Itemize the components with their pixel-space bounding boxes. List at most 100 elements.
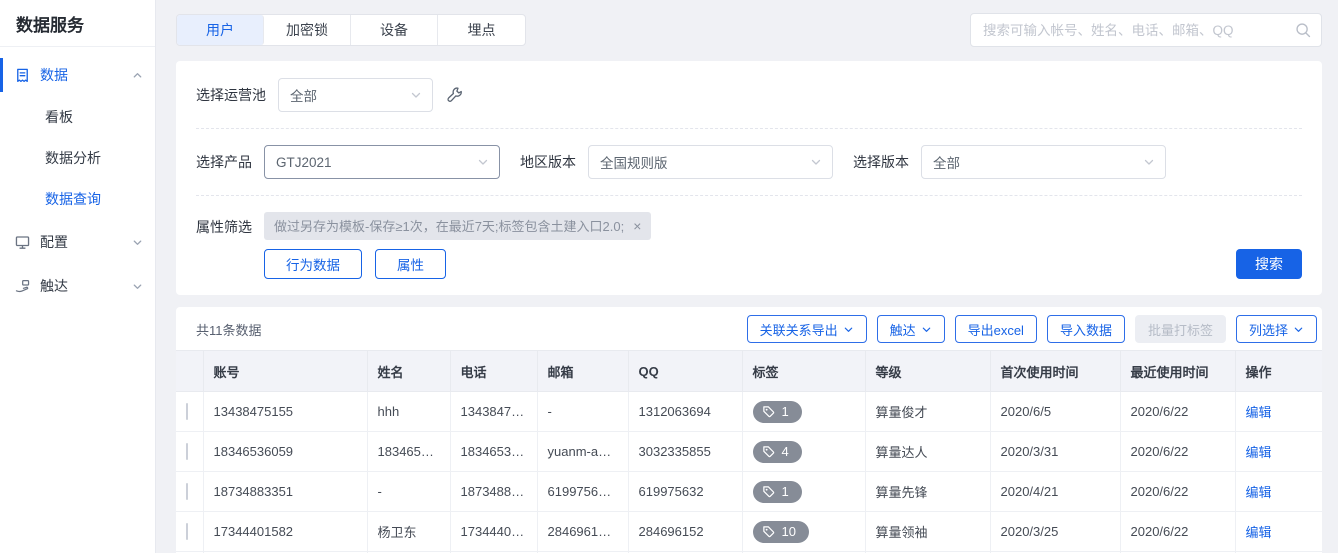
divider	[196, 195, 1302, 196]
cell-account: 17344401582	[203, 512, 367, 552]
chevron-down-icon	[843, 324, 854, 335]
tag-count-badge[interactable]: 1	[753, 481, 802, 503]
col-level: 等级	[865, 351, 990, 392]
cell-email: 619975632...	[537, 472, 628, 512]
sidebar-item-data-analysis[interactable]: 数据分析	[0, 138, 155, 179]
app-title: 数据服务	[0, 0, 155, 47]
export-excel-button[interactable]: 导出excel	[955, 315, 1037, 343]
edit-link[interactable]: 编辑	[1246, 485, 1272, 500]
batch-tag-button[interactable]: 批量打标签	[1135, 315, 1226, 343]
attribute-button[interactable]: 属性	[375, 249, 446, 279]
import-data-button[interactable]: 导入数据	[1047, 315, 1125, 343]
pool-filter-row: 选择运营池 全部	[196, 78, 1302, 112]
cell-phone: 13438475155	[450, 392, 537, 432]
cell-first-use: 2020/6/5	[990, 392, 1120, 432]
col-name: 姓名	[367, 351, 450, 392]
tab-dongle[interactable]: 加密锁	[264, 15, 351, 45]
attribute-filter-chip: 做过另存为模板-保存≥1次，在最近7天;标签包含土建入口2.0; ×	[264, 212, 651, 240]
tab-user[interactable]: 用户	[177, 15, 264, 45]
chip-text: 做过另存为模板-保存≥1次，在最近7天;标签包含土建入口2.0;	[274, 216, 624, 235]
row-checkbox[interactable]	[186, 483, 188, 500]
product-filter: 选择产品 GTJ2021	[196, 145, 500, 179]
table-row: 17344401582 杨卫东 17344401582 284696152...…	[176, 512, 1322, 552]
search-input[interactable]	[970, 13, 1322, 47]
relation-export-button[interactable]: 关联关系导出	[747, 315, 867, 343]
hand-reach-icon	[14, 278, 31, 295]
cell-last-use: 2020/6/22	[1120, 432, 1235, 472]
sidebar-item-reach[interactable]: 触达	[0, 264, 155, 308]
tag-count-badge[interactable]: 1	[753, 401, 802, 423]
cell-name: hhh	[367, 392, 450, 432]
tag-count-badge[interactable]: 10	[753, 521, 809, 543]
cell-qq: 3032335855	[628, 432, 742, 472]
tab-group: 用户 加密锁 设备 埋点	[176, 14, 526, 46]
col-phone: 电话	[450, 351, 537, 392]
row-checkbox[interactable]	[186, 403, 188, 420]
version-select[interactable]: 全部	[921, 145, 1166, 179]
result-count: 共11条数据	[196, 320, 262, 339]
product-select[interactable]: GTJ2021	[264, 145, 500, 179]
search-button[interactable]: 搜索	[1236, 249, 1302, 279]
cell-name: 杨卫东	[367, 512, 450, 552]
select-all-header	[176, 351, 203, 392]
col-tags: 标签	[742, 351, 865, 392]
cell-last-use: 2020/6/22	[1120, 392, 1235, 432]
region-select[interactable]: 全国规则版	[588, 145, 833, 179]
chevron-down-icon	[477, 156, 489, 168]
tag-icon	[762, 485, 775, 498]
version-select-value: 全部	[933, 152, 960, 172]
region-label: 地区版本	[520, 152, 576, 172]
pool-select-value: 全部	[290, 85, 317, 105]
col-last-use: 最近使用时间	[1120, 351, 1235, 392]
cell-phone: 17344401582	[450, 512, 537, 552]
tag-count: 1	[782, 404, 789, 419]
row-checkbox[interactable]	[186, 443, 188, 460]
region-filter: 地区版本 全国规则版	[520, 145, 833, 179]
cell-level: 算量达人	[865, 432, 990, 472]
sidebar-item-data[interactable]: 数据	[0, 53, 155, 97]
column-select-button[interactable]: 列选择	[1236, 315, 1317, 343]
pool-select[interactable]: 全部	[278, 78, 433, 112]
cell-qq: 284696152	[628, 512, 742, 552]
sidebar-item-label: 数据	[40, 65, 68, 85]
cell-phone: 18734883351	[450, 472, 537, 512]
reach-button[interactable]: 触达	[877, 315, 945, 343]
col-account: 账号	[203, 351, 367, 392]
results-panel: 共11条数据 关联关系导出 触达 导出excel 导入数据 批量打标签 列选择	[176, 307, 1322, 553]
tag-count: 4	[782, 444, 789, 459]
behavior-data-button[interactable]: 行为数据	[264, 249, 362, 279]
chevron-down-icon	[1293, 324, 1304, 335]
tag-count: 10	[782, 524, 796, 539]
product-filter-row: 选择产品 GTJ2021 地区版本 全国规则版	[196, 145, 1302, 179]
button-label: 触达	[890, 320, 916, 339]
attribute-label: 属性筛选	[196, 217, 252, 237]
sidebar-item-kanban[interactable]: 看板	[0, 97, 155, 138]
row-checkbox[interactable]	[186, 523, 188, 540]
user-data-table: 账号 姓名 电话 邮箱 QQ 标签 等级 首次使用时间 最近使用时间 操作	[176, 350, 1322, 553]
sidebar: 数据服务 数据 看板 数据分析 数据查询 配置	[0, 0, 156, 553]
search-icon[interactable]	[1294, 21, 1312, 44]
global-search	[970, 13, 1322, 47]
attribute-filter-row: 属性筛选 做过另存为模板-保存≥1次，在最近7天;标签包含土建入口2.0; × …	[196, 212, 1302, 279]
edit-link[interactable]: 编辑	[1246, 405, 1272, 420]
tag-count-badge[interactable]: 4	[753, 441, 802, 463]
version-label: 选择版本	[853, 152, 909, 172]
tab-device[interactable]: 设备	[351, 15, 438, 45]
close-icon[interactable]: ×	[633, 219, 641, 233]
cell-last-use: 2020/6/22	[1120, 472, 1235, 512]
cell-first-use: 2020/4/21	[990, 472, 1120, 512]
table-actions: 关联关系导出 触达 导出excel 导入数据 批量打标签 列选择	[747, 315, 1317, 343]
cell-qq: 619975632	[628, 472, 742, 512]
sidebar-item-data-query[interactable]: 数据查询	[0, 179, 155, 220]
filter-panel: 选择运营池 全部 选择产品 GTJ2021	[176, 61, 1322, 295]
sidebar-item-config[interactable]: 配置	[0, 220, 155, 264]
edit-link[interactable]: 编辑	[1246, 445, 1272, 460]
wrench-icon[interactable]	[445, 85, 465, 105]
edit-link[interactable]: 编辑	[1246, 525, 1272, 540]
tab-tracking[interactable]: 埋点	[438, 15, 525, 45]
monitor-icon	[14, 234, 31, 251]
cell-qq: 1312063694	[628, 392, 742, 432]
cell-name: 18346536059	[367, 432, 450, 472]
chevron-down-icon	[810, 156, 822, 168]
tag-icon	[762, 525, 775, 538]
